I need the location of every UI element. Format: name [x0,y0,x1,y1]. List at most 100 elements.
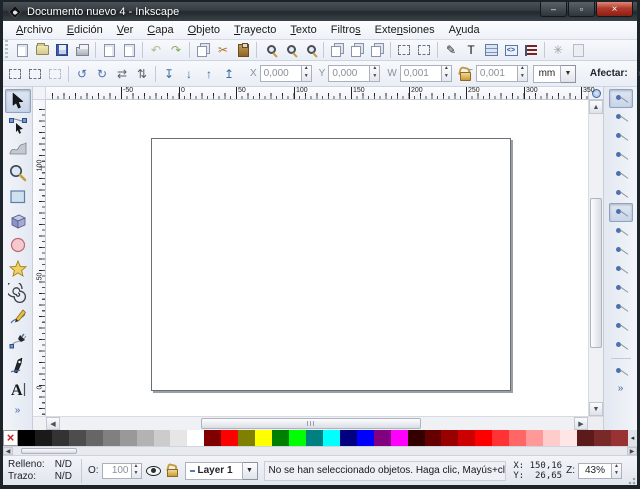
scroll-up-icon[interactable]: ▲ [589,100,603,114]
raise-to-top-button[interactable]: ↥ [219,65,239,83]
open-document-button[interactable] [32,41,52,59]
snap-rotation-centers-button[interactable] [609,336,633,355]
palette-swatch[interactable] [560,430,577,446]
layer-visibility-eye-icon[interactable] [146,466,161,476]
document-properties-button[interactable] [568,41,588,59]
zoom-page-button[interactable] [300,41,320,59]
menu-trayecto[interactable]: Trayecto [227,22,283,38]
x-spinner[interactable]: ▲▼ [302,65,312,82]
height-input[interactable] [476,65,518,82]
palette-scroll-left-icon[interactable]: ◂ [628,430,637,446]
palette-swatch[interactable] [238,430,255,446]
palette-scrollbar-left-icon[interactable]: ◀ [3,447,13,455]
palette-swatch[interactable] [272,430,289,446]
palette-swatch[interactable] [221,430,238,446]
maximize-button[interactable]: ▫ [568,2,595,17]
horizontal-scroll-thumb[interactable] [201,418,421,429]
palette-swatch[interactable] [306,430,323,446]
palette-swatch[interactable] [458,430,475,446]
export-button[interactable] [119,41,139,59]
enable-snapping-button[interactable] [609,89,633,108]
window-resize-grip[interactable] [626,475,636,485]
tweak-tool[interactable] [5,137,31,161]
palette-swatch[interactable] [35,430,52,446]
snap-midpoints-button[interactable] [609,298,633,317]
opacity-spinner[interactable]: ▲▼ [132,463,142,479]
toolbox-overflow-button[interactable]: » [15,405,21,416]
canvas[interactable] [46,100,588,416]
menu-ayuda[interactable]: Ayuda [442,22,487,38]
group-button[interactable] [394,41,414,59]
snap-path-intersections-button[interactable] [609,241,633,260]
palette-swatch[interactable] [52,430,69,446]
palette-swatch[interactable] [154,430,171,446]
close-button[interactable]: × [596,2,633,17]
zoom-input[interactable] [578,463,612,479]
zoom-drawing-button[interactable] [280,41,300,59]
snap-cusp-nodes-button[interactable] [609,260,633,279]
palette-swatch[interactable] [509,430,526,446]
snap-object-centers-button[interactable] [609,317,633,336]
palette-swatch[interactable] [289,430,306,446]
scroll-left-icon[interactable]: ◀ [46,417,60,430]
snap-nodes-button[interactable] [609,203,633,222]
create-clone-button[interactable] [347,41,367,59]
rotate-ccw-button[interactable]: ↺ [72,65,92,83]
layers-dialog-button[interactable] [481,41,501,59]
menu-extensiones[interactable]: Extensiones [368,22,442,38]
print-document-button[interactable] [72,41,92,59]
layer-dropdown[interactable]: Layer 1 ▼ [185,462,258,480]
snap-bbox-edge-midpoints-button[interactable] [609,165,633,184]
palette-swatch[interactable] [103,430,120,446]
document-page[interactable] [151,138,511,391]
snap-smooth-nodes-button[interactable] [609,279,633,298]
unlink-clone-button[interactable] [367,41,387,59]
zoom-spinner[interactable]: ▲▼ [612,463,622,479]
palette-swatch[interactable] [120,430,137,446]
zoom-tool[interactable] [5,161,31,185]
scroll-right-icon[interactable]: ▶ [574,417,588,430]
xml-editor-button[interactable]: <> [501,41,521,59]
palette-swatch[interactable] [543,430,560,446]
palette-swatch[interactable] [391,430,408,446]
copy-button[interactable] [193,41,213,59]
snap-bbox-centers-button[interactable] [609,184,633,203]
menu-edición[interactable]: Edición [60,22,110,38]
width-input[interactable] [400,65,442,82]
minimize-button[interactable]: – [540,2,567,17]
palette-swatch[interactable] [475,430,492,446]
palette-swatch[interactable] [594,430,611,446]
vertical-scroll-thumb[interactable] [590,198,602,348]
bezier-tool[interactable] [5,329,31,353]
star-tool[interactable] [5,257,31,281]
no-color-swatch[interactable]: × [3,430,18,446]
palette-swatch[interactable] [374,430,391,446]
titlebar[interactable]: Documento nuevo 4 - Inkscape – ▫ × [3,2,637,21]
node-tool[interactable] [5,113,31,137]
palette-swatch[interactable] [204,430,221,446]
horizontal-ruler[interactable]: -50050100150200250300350 [46,87,588,100]
width-spinner[interactable]: ▲▼ [442,65,452,82]
text-tool[interactable]: A [5,377,31,401]
palette-swatch[interactable] [255,430,272,446]
palette-swatch[interactable] [425,430,442,446]
palette-swatch[interactable] [86,430,103,446]
palette-swatch[interactable] [611,430,628,446]
spiral-tool[interactable] [5,281,31,305]
palette-swatch[interactable] [18,430,35,446]
palette-scrollbar[interactable]: ◀ ▶ [3,446,637,455]
flip-vertical-button[interactable]: ⇅ [132,65,152,83]
menu-filtros[interactable]: Filtros [324,22,368,38]
unit-dropdown[interactable]: mm ▼ [533,65,576,83]
palette-swatch[interactable] [170,430,187,446]
snap-bbox-corners-button[interactable] [609,146,633,165]
save-document-button[interactable] [52,41,72,59]
preferences-button[interactable]: ✳ [548,41,568,59]
snap-paths-button[interactable] [609,222,633,241]
palette-swatch[interactable] [492,430,509,446]
pencil-tool[interactable] [5,305,31,329]
snap-bounding-box-button[interactable] [609,108,633,127]
paste-button[interactable] [233,41,253,59]
vertical-ruler[interactable]: 100500 [33,100,46,416]
y-input[interactable] [328,65,370,82]
